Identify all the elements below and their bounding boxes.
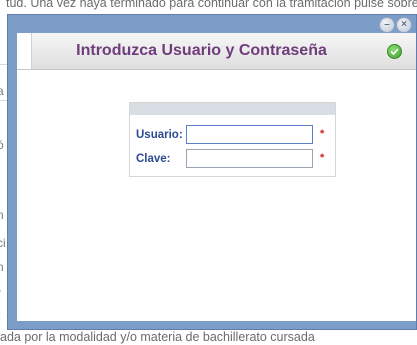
login-dialog: – × Introduzca Usuario y Contraseña Usua… xyxy=(7,14,417,330)
required-marker: * xyxy=(320,128,325,140)
required-marker: * xyxy=(320,152,325,164)
login-form-header xyxy=(130,103,335,115)
password-field[interactable] xyxy=(186,149,313,168)
check-circle-icon[interactable] xyxy=(387,44,402,59)
background-fragment: n xyxy=(0,260,4,274)
close-button[interactable]: × xyxy=(396,17,412,33)
background-fragment: ó xyxy=(0,138,4,152)
background-header-text: tud. Una vez haya terminado para continu… xyxy=(6,0,417,10)
username-field[interactable] xyxy=(186,125,313,144)
background-fragment: n xyxy=(0,208,4,222)
dialog-title: Introduzca Usuario y Contraseña xyxy=(76,42,327,59)
username-label: Usuario: xyxy=(136,129,183,141)
close-icon: × xyxy=(401,19,407,30)
dialog-body: Usuario: * Clave: * xyxy=(17,70,416,321)
login-form: Usuario: * Clave: * xyxy=(129,102,336,177)
background-fragment: r xyxy=(0,286,1,300)
password-row: Clave: * xyxy=(130,149,335,171)
background-fragment: a xyxy=(0,84,4,98)
username-row: Usuario: * xyxy=(130,125,335,147)
background-footer-text: ada por la modalidad y/o materia de bach… xyxy=(0,330,315,344)
minimize-button[interactable]: – xyxy=(379,17,395,33)
minimize-icon: – xyxy=(384,19,390,30)
password-label: Clave: xyxy=(136,153,171,165)
dialog-header: Introduzca Usuario y Contraseña xyxy=(17,33,416,70)
background-fragment: ci xyxy=(0,236,6,250)
